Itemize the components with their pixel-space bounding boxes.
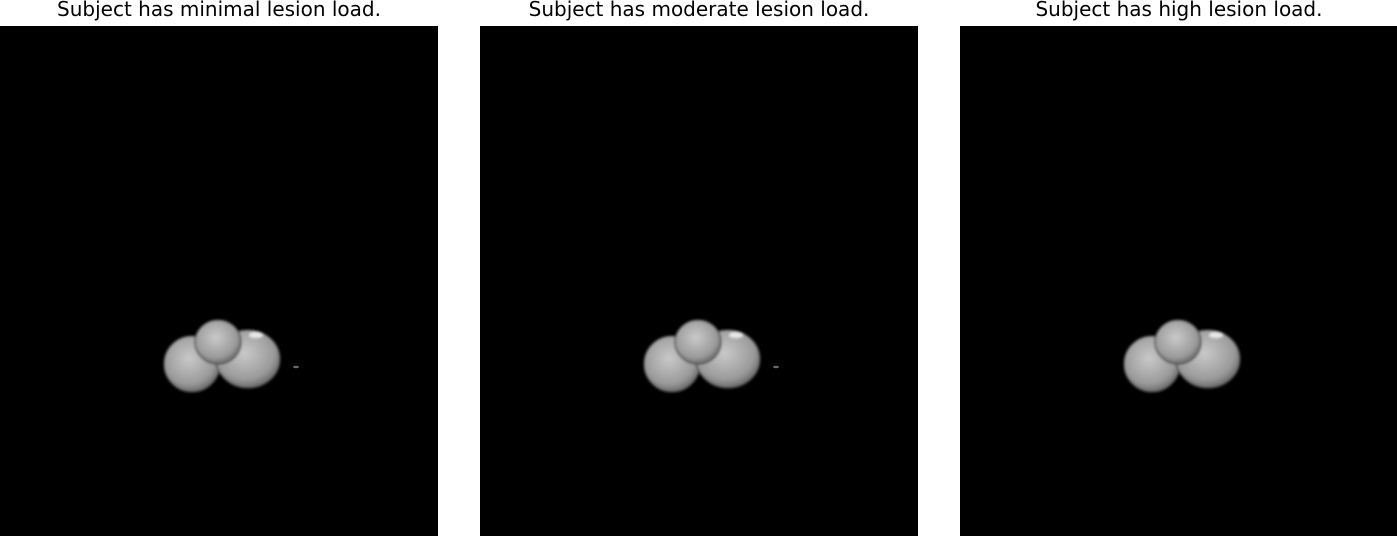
tissue-render	[643, 319, 779, 393]
figure: Subject has minimal lesion load. Subject…	[0, 0, 1397, 536]
panel-moderate: Subject has moderate lesion load.	[480, 0, 918, 536]
scan-image	[960, 26, 1397, 536]
bright-edge	[1209, 332, 1223, 338]
panel-high: Subject has high lesion load.	[960, 0, 1397, 536]
scan-image	[480, 26, 918, 536]
tissue-render	[1123, 319, 1241, 393]
scan-image	[0, 26, 438, 536]
panel-title: Subject has minimal lesion load.	[57, 0, 381, 21]
panel-title: Subject has moderate lesion load.	[528, 0, 870, 21]
center-lobe	[194, 319, 242, 365]
center-lobe	[1154, 319, 1202, 365]
bright-edge	[249, 332, 263, 338]
lesion-speck	[293, 365, 299, 369]
panel-minimal: Subject has minimal lesion load.	[0, 0, 438, 536]
lesion-speck	[773, 365, 779, 369]
center-lobe	[674, 319, 722, 365]
panel-title: Subject has high lesion load.	[1035, 0, 1323, 21]
bright-edge	[729, 332, 743, 338]
tissue-render	[163, 319, 299, 393]
